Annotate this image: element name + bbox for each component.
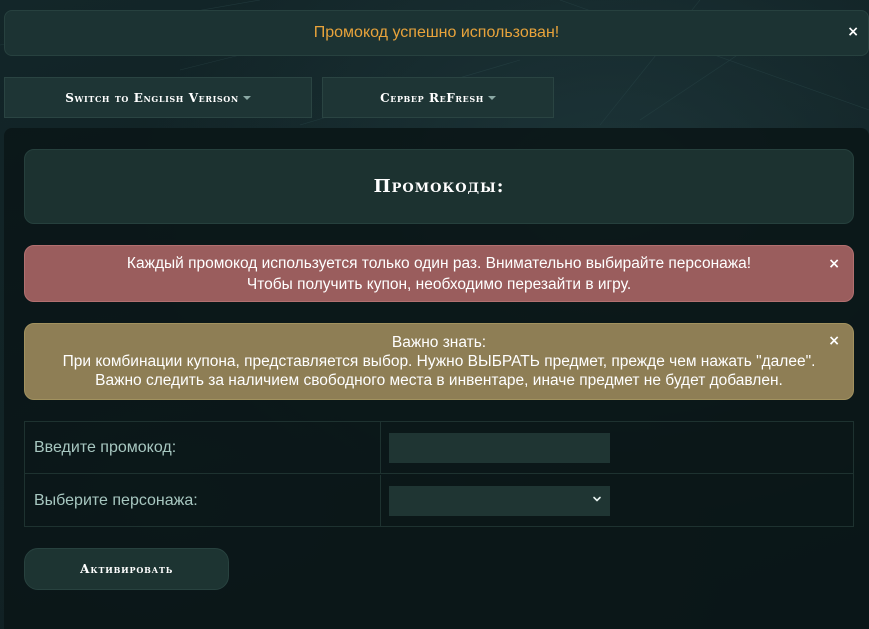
server-select-button[interactable]: Сервер ReFresh: [322, 77, 554, 118]
page-title: Промокоды:: [373, 176, 505, 197]
close-icon[interactable]: ×: [828, 332, 840, 351]
character-select-cell: [381, 475, 853, 527]
alert-text-line: Важно знать:: [391, 334, 487, 351]
promo-label: Введите промокод:: [25, 422, 381, 473]
promo-code-input[interactable]: [389, 432, 610, 463]
promo-input-cell: [381, 422, 853, 473]
promo-panel: Промокоды: × Каждый промокод используетс…: [4, 128, 869, 629]
alert-text-line: При комбинации купона, представляется вы…: [62, 353, 816, 370]
activate-button[interactable]: Активировать: [24, 548, 229, 590]
toast-message: Промокод успешно использован!: [313, 24, 560, 41]
info-alert: × Важно знать: При комбинации купона, пр…: [24, 323, 854, 400]
form-row-promo: Введите промокод:: [25, 422, 853, 474]
close-icon[interactable]: ×: [828, 254, 840, 275]
alert-text-line: Важно следить за наличием свободного мес…: [95, 372, 783, 389]
chevron-down-icon: [593, 496, 601, 502]
success-toast: Промокод успешно использован! ×: [4, 10, 869, 56]
close-icon[interactable]: ×: [847, 24, 859, 40]
form-row-character: Выберите персонажа:: [25, 475, 853, 527]
alert-text-line: Каждый промокод используется только один…: [126, 254, 752, 272]
switch-language-button[interactable]: Switch to English Verison: [4, 77, 312, 118]
caret-down-icon: [242, 95, 251, 100]
alert-text-line: Чтобы получить купон, необходимо перезай…: [246, 275, 632, 293]
switch-language-label: Switch to English Verison: [65, 90, 239, 105]
character-select[interactable]: [389, 486, 610, 516]
caret-down-icon: [487, 95, 496, 100]
heading-box: Промокоды:: [24, 149, 854, 224]
character-label: Выберите персонажа:: [25, 475, 381, 527]
promo-form: Введите промокод: Выберите персонажа:: [24, 421, 854, 527]
server-label: Сервер ReFresh: [380, 90, 484, 105]
warning-alert: × Каждый промокод используется только од…: [24, 245, 854, 302]
